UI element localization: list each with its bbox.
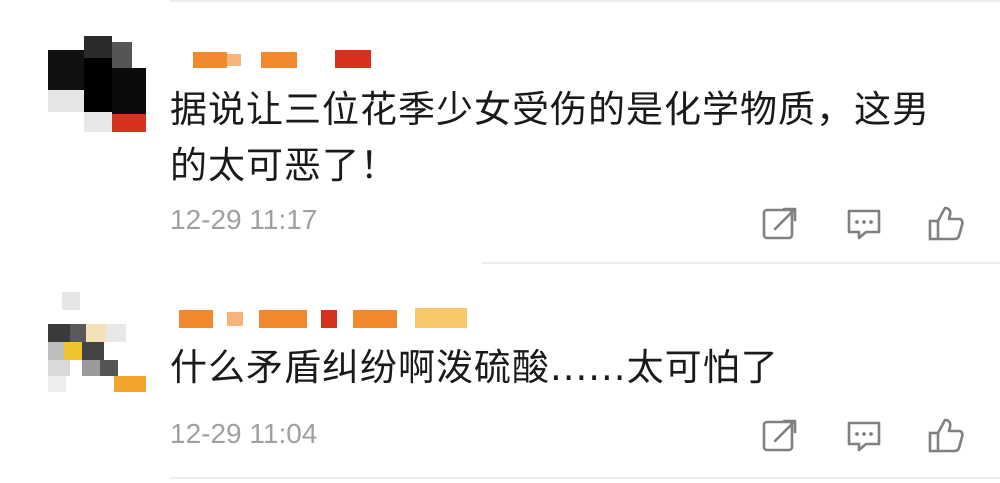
comment-icon[interactable] (844, 204, 884, 244)
username-blurred[interactable] (175, 50, 375, 72)
comment-item: 什么矛盾纠纷啊泼硫酸......太可怕了 12-29 11:04 (0, 264, 1000, 483)
like-icon[interactable] (926, 416, 966, 456)
like-icon[interactable] (926, 204, 966, 244)
comment-text: 什么矛盾纠纷啊泼硫酸......太可怕了 (170, 346, 779, 389)
username-blurred[interactable] (175, 308, 475, 332)
comment-actions (760, 416, 970, 456)
comment-icon[interactable] (844, 416, 884, 456)
comment-text: 据说让三位花季少女受伤的是化学物质，这男的太可恶了！ (170, 88, 930, 187)
bottom-divider (170, 477, 1000, 479)
avatar[interactable] (48, 32, 146, 132)
timestamp: 12-29 11:04 (170, 418, 318, 449)
share-icon[interactable] (760, 416, 800, 456)
share-icon[interactable] (760, 204, 800, 244)
avatar[interactable] (48, 292, 146, 392)
comment-item: 据说让三位花季少女受伤的是化学物质，这男的太可恶了！ 12-29 11:17 (0, 0, 1000, 262)
comment-actions (760, 204, 970, 244)
timestamp: 12-29 11:17 (170, 204, 318, 235)
